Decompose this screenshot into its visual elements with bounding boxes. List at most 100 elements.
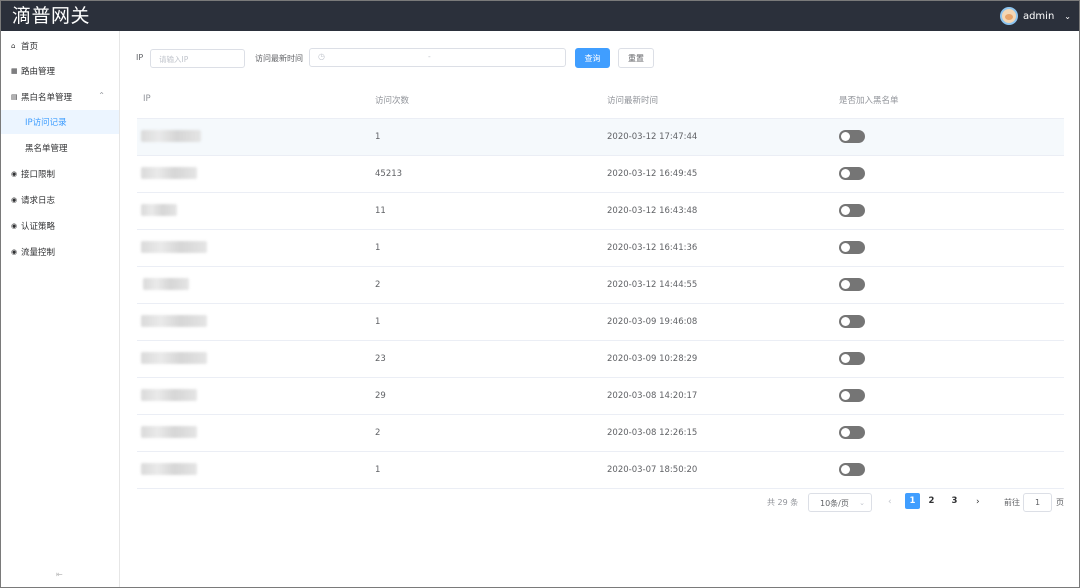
count-cell: 1 <box>375 132 381 142</box>
blacklist-toggle[interactable] <box>839 389 865 402</box>
ip-value-redacted <box>141 204 177 216</box>
sidebar-item-label: 流量控制 <box>21 248 56 258</box>
app-window: 滴普网关 admin ⌄ ⌂ 首页 ▦ 路由管理 ▤ 黑白名单管理 ⌃ IP访问… <box>0 0 1080 588</box>
time-range-picker[interactable]: ◷ - <box>309 48 566 67</box>
clock-icon: ◷ <box>318 52 325 61</box>
avatar[interactable] <box>999 7 1018 25</box>
sidebar-item-auth-policy[interactable]: ◉ 认证策略 <box>1 214 119 238</box>
app-logo: 滴普网关 <box>12 5 91 27</box>
ip-value-redacted <box>141 352 207 364</box>
ip-value-redacted <box>143 278 189 290</box>
blacklist-toggle[interactable] <box>839 426 865 439</box>
home-icon: ⌂ <box>11 42 16 50</box>
table-row: 1 2020-03-07 18:50:20 <box>137 452 1064 489</box>
toggle-knob <box>841 169 850 178</box>
sidebar-item-black-white-list[interactable]: ▤ 黑白名单管理 ⌃ <box>1 85 119 109</box>
table-row: 23 2020-03-09 10:28:29 <box>137 341 1064 378</box>
time-cell: 2020-03-12 16:41:36 <box>607 243 698 253</box>
next-page-icon[interactable]: › <box>976 497 980 507</box>
header-count: 访问次数 <box>375 96 410 106</box>
collapse-sidebar-icon[interactable]: ⇤ <box>56 570 63 579</box>
chevron-up-icon[interactable]: ⌃ <box>98 91 105 100</box>
time-cell: 2020-03-12 14:44:55 <box>607 280 698 290</box>
toggle-knob <box>841 206 850 215</box>
sidebar-item-request-log[interactable]: ◉ 请求日志 <box>1 188 119 212</box>
time-cell: 2020-03-09 19:46:08 <box>607 317 698 327</box>
blacklist-toggle[interactable] <box>839 204 865 217</box>
ip-value-redacted <box>141 167 197 179</box>
page-button-1[interactable]: 1 <box>905 493 920 509</box>
count-cell: 1 <box>375 317 381 327</box>
count-cell: 45213 <box>375 169 403 179</box>
blacklist-toggle[interactable] <box>839 278 865 291</box>
table-row: 2 2020-03-12 14:44:55 <box>137 267 1064 304</box>
table-row: 1 2020-03-12 16:41:36 <box>137 230 1064 267</box>
time-cell: 2020-03-08 12:26:15 <box>607 428 698 438</box>
time-cell: 2020-03-12 16:49:45 <box>607 169 698 179</box>
blacklist-toggle[interactable] <box>839 315 865 328</box>
sidebar-item-api-limit[interactable]: ◉ 接口限制 <box>1 162 119 186</box>
count-cell: 29 <box>375 391 386 401</box>
chevron-down-icon: ⌄ <box>859 499 865 507</box>
stack-icon: ◉ <box>11 196 18 204</box>
time-cell: 2020-03-12 17:47:44 <box>607 132 698 142</box>
sidebar-item-blacklist[interactable]: 黑名单管理 <box>1 136 119 160</box>
sidebar-item-label: 黑白名单管理 <box>21 93 73 103</box>
page-button-2[interactable]: 2 <box>924 493 939 509</box>
sidebar-item-traffic-control[interactable]: ◉ 流量控制 <box>1 240 119 264</box>
toggle-knob <box>841 243 850 252</box>
toggle-knob <box>841 465 850 474</box>
table-row: 29 2020-03-08 14:20:17 <box>137 378 1064 415</box>
blacklist-toggle[interactable] <box>839 241 865 254</box>
page-button-3[interactable]: 3 <box>947 493 962 509</box>
prev-page-icon[interactable]: ‹ <box>888 497 892 507</box>
toggle-knob <box>841 354 850 363</box>
sidebar-item-label: 首页 <box>21 42 39 52</box>
chevron-down-icon[interactable]: ⌄ <box>1064 12 1071 21</box>
top-header: 滴普网关 admin ⌄ <box>1 1 1079 31</box>
sidebar-item-home[interactable]: ⌂ 首页 <box>1 34 119 58</box>
sidebar-item-label: 接口限制 <box>21 170 56 180</box>
sidebar-item-label: 黑名单管理 <box>25 144 68 154</box>
count-cell: 1 <box>375 243 381 253</box>
sidebar-item-ip-access-log[interactable]: IP访问记录 <box>1 110 119 134</box>
pagination-total: 共 29 条 <box>767 498 799 507</box>
count-cell: 2 <box>375 428 381 438</box>
toggle-knob <box>841 132 850 141</box>
table-row: 1 2020-03-12 17:47:44 <box>137 119 1064 156</box>
sidebar-item-label: 认证策略 <box>21 222 56 232</box>
search-button[interactable]: 查询 <box>575 48 610 68</box>
sidebar-item-label: 路由管理 <box>21 67 56 77</box>
sidebar-item-label: IP访问记录 <box>25 118 67 128</box>
toggle-knob <box>841 280 850 289</box>
stack-icon: ◉ <box>11 222 18 230</box>
header-time: 访问最新时间 <box>607 96 659 106</box>
ip-value-redacted <box>141 426 197 438</box>
blacklist-toggle[interactable] <box>839 130 865 143</box>
blacklist-toggle[interactable] <box>839 167 865 180</box>
ip-search-input[interactable]: 请输入IP <box>150 49 245 68</box>
page-unit-label: 页 <box>1056 498 1064 507</box>
count-cell: 11 <box>375 206 386 216</box>
page-size-select[interactable]: 10条/页 ⌄ <box>808 493 872 512</box>
sidebar-item-routes[interactable]: ▦ 路由管理 <box>1 59 119 83</box>
table-row: 45213 2020-03-12 16:49:45 <box>137 156 1064 193</box>
count-cell: 23 <box>375 354 386 364</box>
blacklist-toggle[interactable] <box>839 463 865 476</box>
ip-value-redacted <box>141 463 197 475</box>
toggle-knob <box>841 428 850 437</box>
username[interactable]: admin <box>1023 11 1054 22</box>
count-cell: 1 <box>375 465 381 475</box>
blacklist-toggle[interactable] <box>839 352 865 365</box>
time-cell: 2020-03-12 16:43:48 <box>607 206 698 216</box>
time-label: 访问最新时间 <box>255 54 303 63</box>
goto-page-input[interactable]: 1 <box>1023 493 1052 512</box>
user-menu[interactable]: admin ⌄ <box>999 6 1071 26</box>
table-row: 2 2020-03-08 12:26:15 <box>137 415 1064 452</box>
header-ip: IP <box>143 94 151 104</box>
reset-button[interactable]: 重置 <box>618 48 654 68</box>
table-header: IP 访问次数 访问最新时间 是否加入黑名单 <box>137 82 1064 119</box>
ip-value-redacted <box>141 315 207 327</box>
table-row: 1 2020-03-09 19:46:08 <box>137 304 1064 341</box>
time-cell: 2020-03-07 18:50:20 <box>607 465 698 475</box>
